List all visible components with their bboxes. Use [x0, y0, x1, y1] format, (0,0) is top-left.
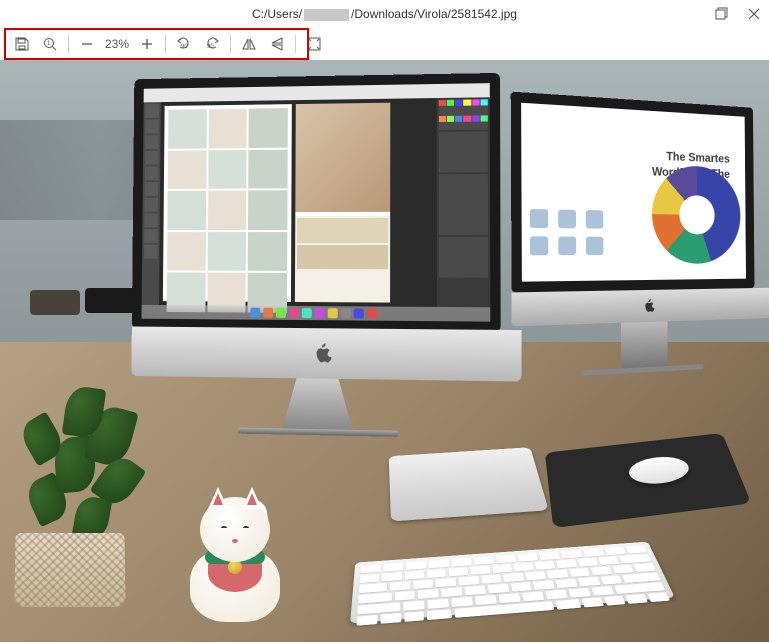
photo-imac-screen	[132, 73, 501, 332]
separator	[295, 35, 296, 53]
svg-text:90: 90	[181, 44, 188, 50]
file-path: C:/Users/ /Downloads/Virola/2581542.jpg	[252, 7, 517, 21]
photo-imac-chin	[131, 326, 521, 381]
photo-cat-figurine	[180, 492, 290, 622]
rotate-right-button[interactable]: 90	[198, 30, 226, 58]
redacted-user	[304, 9, 349, 21]
svg-text:1: 1	[47, 41, 51, 47]
separator	[230, 35, 231, 53]
save-button[interactable]	[8, 30, 36, 58]
actual-size-button[interactable]: 1	[36, 30, 64, 58]
close-button[interactable]	[745, 5, 763, 23]
separator	[165, 35, 166, 53]
restore-button[interactable]	[713, 5, 731, 23]
path-prefix: C:/Users/	[252, 7, 302, 21]
toolbar: 1 23% 90 90	[0, 28, 769, 60]
apple-logo-icon	[642, 298, 655, 314]
photo-trackpad	[389, 447, 549, 521]
titlebar: C:/Users/ /Downloads/Virola/2581542.jpg	[0, 0, 769, 28]
window-controls	[713, 0, 763, 28]
apple-logo-icon	[313, 341, 333, 365]
photo-monitor2-screen: The Smartes WordPress The	[511, 92, 755, 293]
zoom-out-button[interactable]	[73, 30, 101, 58]
path-suffix: /Downloads/Virola/2581542.jpg	[351, 7, 517, 21]
flip-horizontal-button[interactable]	[235, 30, 263, 58]
svg-text:90: 90	[207, 44, 214, 50]
photo-imac	[131, 73, 511, 409]
separator	[68, 35, 69, 53]
fullscreen-button[interactable]	[300, 30, 328, 58]
rotate-left-button[interactable]: 90	[170, 30, 198, 58]
flip-vertical-button[interactable]	[263, 30, 291, 58]
image-viewport[interactable]: The Smartes WordPress The	[0, 60, 769, 642]
zoom-in-button[interactable]	[133, 30, 161, 58]
photo-second-monitor: The Smartes WordPress The	[511, 92, 764, 410]
photo-plant-pot	[14, 533, 125, 607]
zoom-level: 23%	[101, 37, 133, 51]
